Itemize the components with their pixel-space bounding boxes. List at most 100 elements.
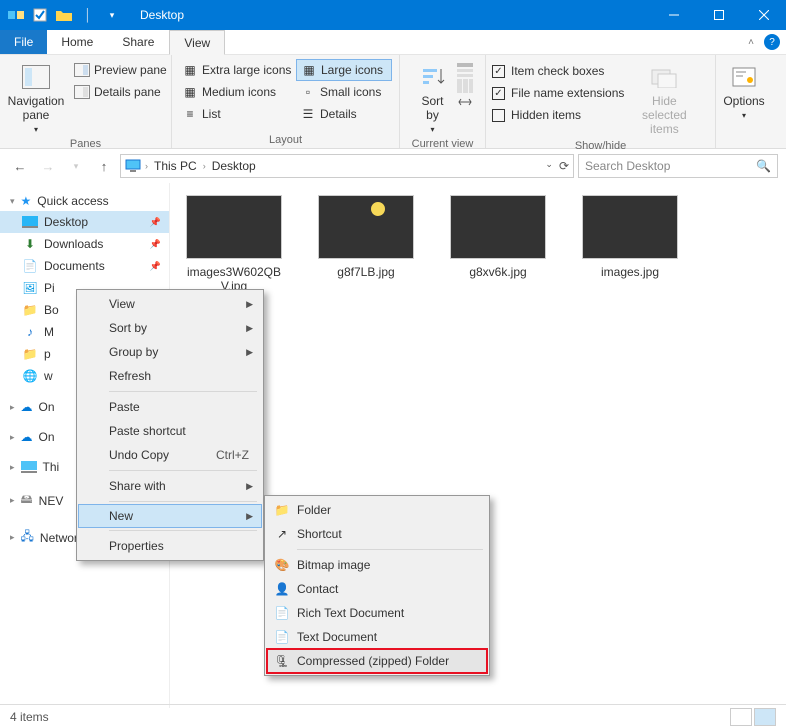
context-item-bitmap[interactable]: 🎨Bitmap image xyxy=(267,553,487,577)
context-separator xyxy=(109,391,257,392)
sidebar-item-downloads[interactable]: ⬇Downloads📌 xyxy=(0,233,169,255)
address-dropdown-icon[interactable]: ⌄ xyxy=(545,159,553,173)
submenu-arrow-icon: ▶ xyxy=(246,481,253,492)
pc-icon xyxy=(125,159,141,173)
large-icons-button[interactable]: ▦Large icons xyxy=(296,59,392,81)
chevron-right-icon: ▸ xyxy=(10,495,15,506)
sidebar-item-documents[interactable]: 📄Documents📌 xyxy=(0,255,169,277)
navigation-pane-button[interactable]: Navigation pane ▾ xyxy=(6,59,66,136)
minimize-button[interactable] xyxy=(651,0,696,30)
file-thumbnail xyxy=(186,195,282,259)
search-placeholder: Search Desktop xyxy=(585,159,670,173)
chevron-right-icon: ▸ xyxy=(10,462,15,473)
large-icons-icon: ▦ xyxy=(301,62,317,78)
list-button[interactable]: ≡List xyxy=(178,103,296,125)
submenu-arrow-icon: ▶ xyxy=(246,299,253,310)
breadcrumb-separator-icon[interactable]: › xyxy=(203,161,206,171)
context-item-sharewith[interactable]: Share with▶ xyxy=(79,474,261,498)
hide-selected-button[interactable]: Hide selected items xyxy=(628,59,700,138)
chevron-right-icon: ▸ xyxy=(10,432,15,443)
breadcrumb-thispc[interactable]: This PC xyxy=(152,159,199,173)
details-view-button[interactable] xyxy=(730,708,752,726)
file-item[interactable]: images.jpg xyxy=(582,195,678,279)
submenu-arrow-icon: ▶ xyxy=(246,323,253,334)
close-button[interactable] xyxy=(741,0,786,30)
context-item-compressed-folder[interactable]: 🗜Compressed (zipped) Folder xyxy=(267,649,487,673)
tab-home[interactable]: Home xyxy=(47,30,108,54)
submenu-arrow-icon: ▶ xyxy=(246,347,253,358)
context-item-undo[interactable]: Undo CopyCtrl+Z xyxy=(79,443,261,467)
star-icon: ★ xyxy=(21,194,32,208)
large-icons-view-button[interactable] xyxy=(754,708,776,726)
size-columns-icon[interactable] xyxy=(457,95,473,109)
address-bar[interactable]: › This PC › Desktop ⌄ ⟳ xyxy=(120,154,574,178)
qat-dropdown-icon[interactable]: ▾ xyxy=(104,7,120,23)
context-item-groupby[interactable]: Group by▶ xyxy=(79,340,261,364)
group-by-icon[interactable] xyxy=(457,63,473,77)
file-item[interactable]: images3W602QBV.jpg xyxy=(186,195,282,294)
context-item-txt[interactable]: 📄Text Document xyxy=(267,625,487,649)
context-item-rtf[interactable]: 📄Rich Text Document xyxy=(267,601,487,625)
small-icons-button[interactable]: ▫Small icons xyxy=(296,81,392,103)
details-button[interactable]: ☰Details xyxy=(296,103,392,125)
recent-locations-button[interactable]: ▾ xyxy=(64,154,88,178)
options-button[interactable]: Options▾ xyxy=(721,59,766,122)
ribbon: Navigation pane ▾ Preview pane Details p… xyxy=(0,55,786,149)
ribbon-group-currentview-label: Current view xyxy=(406,136,479,150)
ribbon-group-showhide-label: Show/hide xyxy=(492,138,709,152)
zip-icon: 🗜 xyxy=(273,652,291,670)
navigation-pane-label: Navigation pane xyxy=(8,95,65,123)
context-separator xyxy=(109,501,257,502)
preview-pane-button[interactable]: Preview pane xyxy=(70,59,171,81)
file-item[interactable]: g8f7LB.jpg xyxy=(318,195,414,279)
downloads-icon: ⬇ xyxy=(22,236,38,252)
sidebar-quick-access[interactable]: ▾★Quick access xyxy=(0,191,169,211)
details-pane-button[interactable]: Details pane xyxy=(70,81,171,103)
context-separator xyxy=(109,530,257,531)
tab-share[interactable]: Share xyxy=(108,30,169,54)
context-item-shortcut[interactable]: ↗Shortcut xyxy=(267,522,487,546)
file-item[interactable]: g8xv6k.jpg xyxy=(450,195,546,279)
context-submenu-new: 📁Folder ↗Shortcut 🎨Bitmap image 👤Contact… xyxy=(264,495,490,676)
tab-view[interactable]: View xyxy=(169,30,225,55)
ribbon-group-options: Options▾ xyxy=(716,55,772,148)
sidebar-item-desktop[interactable]: Desktop📌 xyxy=(0,211,169,233)
ribbon-group-layout-label: Layout xyxy=(178,132,393,146)
breadcrumb-separator-icon[interactable]: › xyxy=(145,161,148,171)
title-bar: │ ▾ Desktop xyxy=(0,0,786,30)
context-item-new[interactable]: New▶ xyxy=(78,504,262,528)
file-extensions-checkbox[interactable]: ✓File name extensions xyxy=(492,83,624,103)
context-item-contact[interactable]: 👤Contact xyxy=(267,577,487,601)
extra-large-icons-button[interactable]: ▦Extra large icons xyxy=(178,59,296,81)
hidden-items-checkbox[interactable]: Hidden items xyxy=(492,105,624,125)
sort-by-button[interactable]: Sort by▾ xyxy=(413,59,453,136)
context-item-view[interactable]: View▶ xyxy=(79,292,261,316)
medium-icons-icon: ▦ xyxy=(182,84,198,100)
context-item-folder[interactable]: 📁Folder xyxy=(267,498,487,522)
ribbon-group-panes: Navigation pane ▾ Preview pane Details p… xyxy=(0,55,172,148)
item-checkboxes-checkbox[interactable]: ✓Item check boxes xyxy=(492,61,624,81)
forward-button[interactable]: → xyxy=(36,154,60,178)
help-icon[interactable]: ? xyxy=(764,34,780,50)
maximize-button[interactable] xyxy=(696,0,741,30)
context-item-properties[interactable]: Properties xyxy=(79,534,261,558)
breadcrumb-desktop[interactable]: Desktop xyxy=(210,159,258,173)
contact-icon: 👤 xyxy=(273,580,291,598)
checkbox-qat-icon[interactable] xyxy=(32,7,48,23)
window-title: Desktop xyxy=(140,8,184,22)
context-item-paste[interactable]: Paste xyxy=(79,395,261,419)
details-icon: ☰ xyxy=(300,106,316,122)
up-button[interactable]: ↑ xyxy=(92,154,116,178)
chevron-right-icon: ▸ xyxy=(10,402,15,413)
search-box[interactable]: Search Desktop 🔍 xyxy=(578,154,778,178)
refresh-icon[interactable]: ⟳ xyxy=(559,159,569,173)
context-item-refresh[interactable]: Refresh xyxy=(79,364,261,388)
add-columns-icon[interactable] xyxy=(457,79,473,93)
tab-file[interactable]: File xyxy=(0,30,47,54)
back-button[interactable]: ← xyxy=(8,154,32,178)
ribbon-minimize-icon[interactable]: ˄ xyxy=(748,37,754,48)
context-item-paste-shortcut[interactable]: Paste shortcut xyxy=(79,419,261,443)
medium-icons-button[interactable]: ▦Medium icons xyxy=(178,81,296,103)
ribbon-tab-row: File Home Share View ˄ ? xyxy=(0,30,786,55)
context-item-sortby[interactable]: Sort by▶ xyxy=(79,316,261,340)
